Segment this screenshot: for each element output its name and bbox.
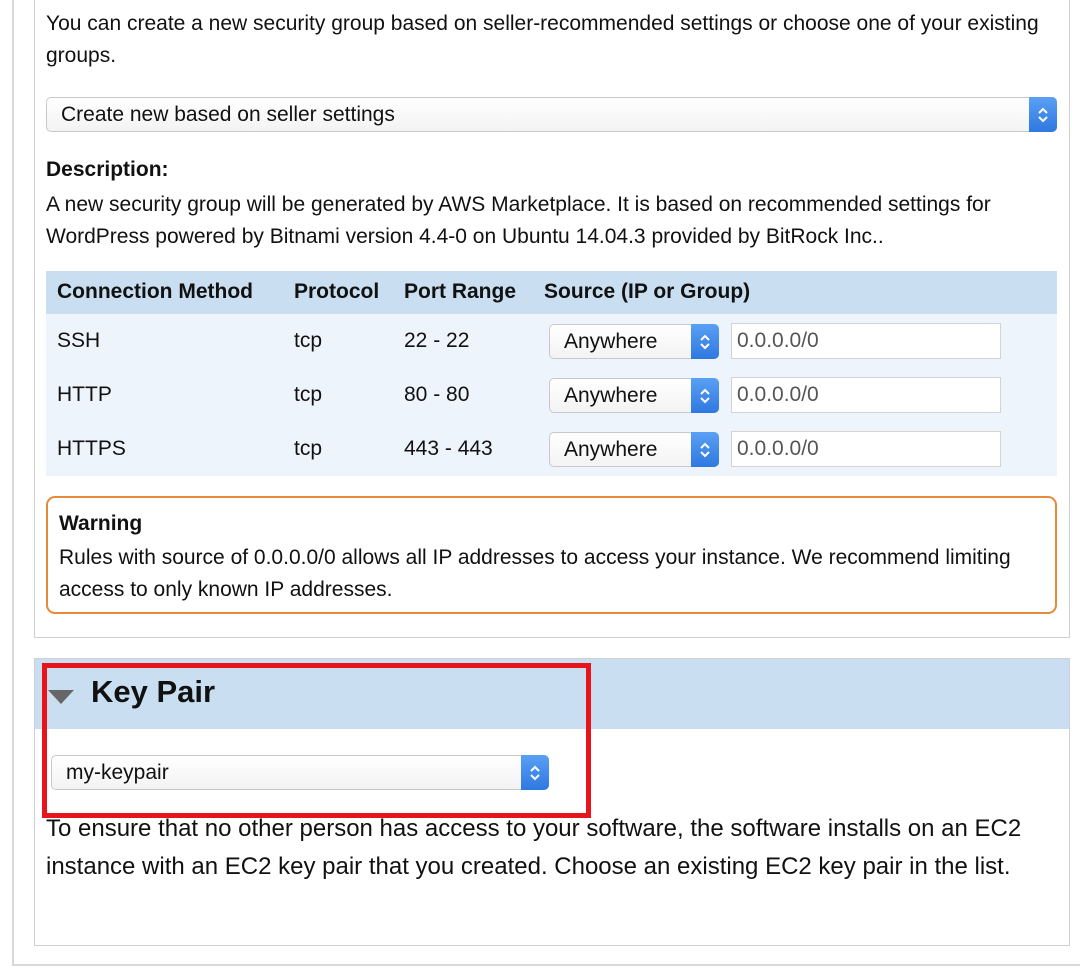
source-select-value: Anywhere xyxy=(564,383,658,407)
chevron-up-down-icon[interactable] xyxy=(1029,97,1057,132)
header-protocol: Protocol xyxy=(294,280,380,303)
source-ip-input[interactable]: 0.0.0.0/0 xyxy=(731,377,1001,413)
source-select[interactable]: Anywhere xyxy=(549,324,719,359)
header-port-range: Port Range xyxy=(404,280,517,303)
row-port-range: 443 - 443 xyxy=(404,437,493,460)
source-select-value: Anywhere xyxy=(564,329,658,353)
description-title: Description: xyxy=(46,158,169,181)
security-group-intro: You can create a new security group base… xyxy=(46,12,1039,67)
row-protocol: tcp xyxy=(294,329,323,352)
row-port-range: 80 - 80 xyxy=(404,383,470,406)
description-text: A new security group will be generated b… xyxy=(46,193,991,248)
header-source: Source (IP or Group) xyxy=(544,280,751,303)
row-protocol: tcp xyxy=(294,383,323,406)
row-protocol: tcp xyxy=(294,437,323,460)
security-group-select-value: Create new based on seller settings xyxy=(61,102,395,126)
source-ip-input[interactable]: 0.0.0.0/0 xyxy=(731,323,1001,359)
row-method: HTTPS xyxy=(57,437,126,460)
source-select[interactable]: Anywhere xyxy=(549,378,719,413)
chevron-up-down-icon[interactable] xyxy=(691,432,719,467)
warning-box: Warning Rules with source of 0.0.0.0/0 a… xyxy=(46,496,1057,614)
row-port-range: 22 - 22 xyxy=(404,329,470,352)
chevron-up-down-icon[interactable] xyxy=(691,378,719,413)
key-pair-description: To ensure that no other person has acces… xyxy=(46,815,1022,880)
source-select-value: Anywhere xyxy=(564,437,658,461)
rules-table: Connection Method Protocol Port Range So… xyxy=(46,271,1057,476)
chevron-up-down-icon[interactable] xyxy=(691,324,719,359)
security-group-select[interactable]: Create new based on seller settings xyxy=(46,97,1057,132)
warning-text: Rules with source of 0.0.0.0/0 allows al… xyxy=(59,546,1011,601)
source-ip-input[interactable]: 0.0.0.0/0 xyxy=(731,431,1001,467)
warning-title: Warning xyxy=(59,512,143,535)
row-method: SSH xyxy=(57,329,101,352)
rules-table-header: Connection Method Protocol Port Range So… xyxy=(46,271,1057,314)
header-connection-method: Connection Method xyxy=(57,280,253,303)
row-method: HTTP xyxy=(57,383,112,406)
highlight-box xyxy=(42,663,591,818)
source-select[interactable]: Anywhere xyxy=(549,432,719,467)
